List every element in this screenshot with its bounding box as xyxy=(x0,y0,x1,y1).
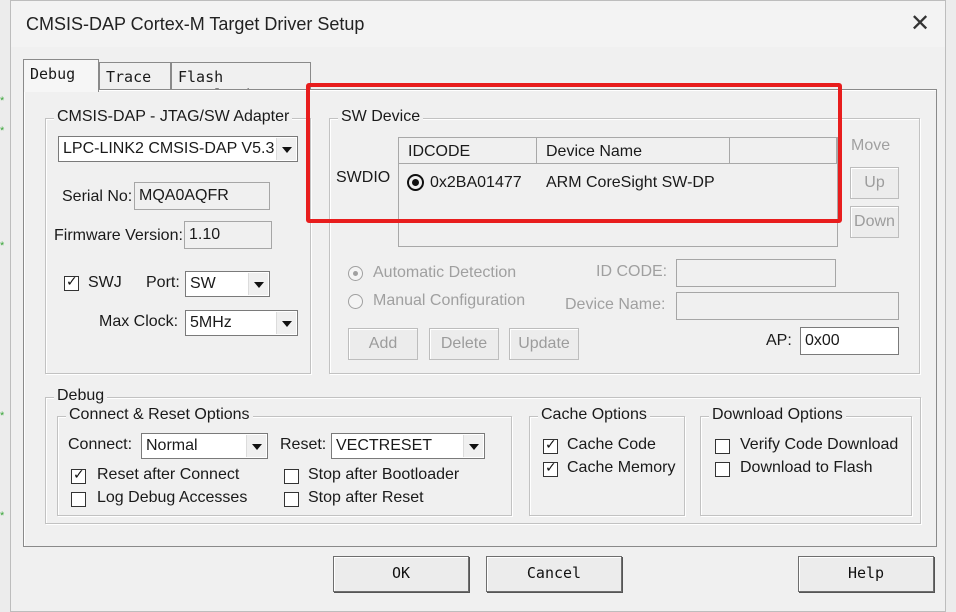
port-label: Port: xyxy=(146,274,180,291)
background-marker: * xyxy=(0,510,5,522)
cache-options-legend: Cache Options xyxy=(538,406,650,424)
cache-memory-label: Cache Memory xyxy=(567,459,676,476)
stop-after-reset-label: Stop after Reset xyxy=(308,489,424,506)
serial-label: Serial No: xyxy=(62,188,133,205)
chevron-down-icon[interactable] xyxy=(276,138,296,160)
delete-button[interactable]: Delete xyxy=(429,328,499,360)
device-idcode: 0x2BA01477 xyxy=(430,174,522,191)
chevron-down-icon[interactable] xyxy=(246,435,266,457)
column-header-device-name[interactable]: Device Name xyxy=(537,138,730,164)
window-title: CMSIS-DAP Cortex-M Target Driver Setup xyxy=(26,14,365,34)
log-debug-accesses-label: Log Debug Accesses xyxy=(97,489,248,506)
connect-reset-legend: Connect & Reset Options xyxy=(66,406,253,424)
swj-checkbox[interactable] xyxy=(64,274,79,291)
id-code-input[interactable] xyxy=(676,259,836,287)
move-label: Move xyxy=(851,137,891,154)
reset-select[interactable]: VECTRESET xyxy=(331,433,485,459)
port-value: SW xyxy=(190,275,216,292)
download-options-legend: Download Options xyxy=(709,406,846,424)
device-list[interactable]: IDCODE Device Name 0x2BA01477 ARM CoreSi… xyxy=(398,137,838,247)
sw-device-legend: SW Device xyxy=(338,108,424,126)
automatic-detection-radio[interactable] xyxy=(348,266,363,281)
verify-code-download-label: Verify Code Download xyxy=(740,436,899,453)
firmware-field: 1.10 xyxy=(184,221,272,249)
max-clock-label: Max Clock: xyxy=(99,313,179,330)
automatic-detection-label: Automatic Detection xyxy=(373,264,517,281)
adapter-legend: CMSIS-DAP - JTAG/SW Adapter xyxy=(54,108,293,126)
max-clock-value: 5MHz xyxy=(190,314,232,331)
debug-group: Debug Connect & Reset Options Connect: N… xyxy=(45,387,921,524)
cache-code-checkbox[interactable] xyxy=(543,437,558,454)
chevron-down-icon[interactable] xyxy=(276,312,296,334)
help-button[interactable]: Help xyxy=(798,556,934,592)
cache-code-label: Cache Code xyxy=(567,436,656,453)
download-to-flash-checkbox[interactable] xyxy=(715,462,730,477)
move-up-button[interactable]: Up xyxy=(850,167,899,199)
reset-after-connect-checkbox[interactable] xyxy=(71,467,86,484)
tab-debug[interactable]: Debug xyxy=(23,59,99,92)
id-code-label: ID CODE: xyxy=(596,263,668,280)
sw-device-group: SW Device SWDIO IDCODE Device Name 0x2BA… xyxy=(329,108,920,374)
stop-after-reset-checkbox[interactable] xyxy=(284,492,299,507)
connect-value: Normal xyxy=(146,437,198,454)
chevron-down-icon[interactable] xyxy=(248,273,268,295)
tab-trace[interactable]: Trace xyxy=(99,62,171,90)
firmware-label: Firmware Version: xyxy=(54,227,183,244)
selected-radio-icon[interactable] xyxy=(407,174,424,191)
device-name-input[interactable] xyxy=(676,292,899,320)
download-options-group: Download Options Verify Code Download Do… xyxy=(700,406,912,516)
ap-label: AP: xyxy=(766,332,792,349)
device-row[interactable]: 0x2BA01477 ARM CoreSight SW-DP xyxy=(399,168,837,198)
serial-value: MQA0AQFR xyxy=(139,187,229,204)
title-bar: CMSIS-DAP Cortex-M Target Driver Setup ✕ xyxy=(11,1,945,47)
swj-label: SWJ xyxy=(88,274,122,291)
log-debug-accesses-checkbox[interactable] xyxy=(71,492,86,507)
device-name: ARM CoreSight SW-DP xyxy=(546,174,715,191)
cache-memory-checkbox[interactable] xyxy=(543,460,558,477)
serial-field: MQA0AQFR xyxy=(134,182,270,210)
add-button[interactable]: Add xyxy=(348,328,418,360)
dialog-window: CMSIS-DAP Cortex-M Target Driver Setup ✕… xyxy=(10,0,946,612)
ap-input[interactable]: 0x00 xyxy=(800,327,899,355)
reset-label: Reset: xyxy=(280,436,327,453)
device-name-label: Device Name: xyxy=(565,296,666,313)
stop-after-bootloader-checkbox[interactable] xyxy=(284,469,299,484)
adapter-select-value: LPC-LINK2 CMSIS-DAP V5.3 xyxy=(63,140,275,157)
column-header-empty xyxy=(730,138,837,164)
ok-button[interactable]: OK xyxy=(333,556,469,592)
chevron-down-icon[interactable] xyxy=(463,435,483,457)
manual-configuration-radio[interactable] xyxy=(348,294,363,309)
debug-legend: Debug xyxy=(54,387,108,405)
reset-after-connect-label: Reset after Connect xyxy=(97,466,240,483)
download-to-flash-label: Download to Flash xyxy=(740,459,873,476)
cache-options-group: Cache Options Cache Code Cache Memory xyxy=(529,406,685,516)
close-icon[interactable]: ✕ xyxy=(907,11,933,37)
adapter-group: CMSIS-DAP - JTAG/SW Adapter LPC-LINK2 CM… xyxy=(45,108,311,374)
background-marker: * xyxy=(0,125,5,137)
firmware-value: 1.10 xyxy=(189,226,221,243)
column-header-idcode[interactable]: IDCODE xyxy=(399,138,537,164)
tab-flash-download[interactable]: Flash Download xyxy=(171,62,311,104)
stop-after-bootloader-label: Stop after Bootloader xyxy=(308,466,460,483)
ap-value: 0x00 xyxy=(805,332,840,349)
swdio-label: SWDIO xyxy=(336,169,391,186)
background-marker: * xyxy=(0,240,5,252)
move-down-button[interactable]: Down xyxy=(850,206,899,238)
background-marker: * xyxy=(0,410,5,422)
background-marker: * xyxy=(0,95,5,107)
connect-select[interactable]: Normal xyxy=(141,433,268,459)
debug-tab-panel: CMSIS-DAP - JTAG/SW Adapter LPC-LINK2 CM… xyxy=(23,89,937,547)
connect-reset-group: Connect & Reset Options Connect: Normal … xyxy=(57,406,512,516)
update-button[interactable]: Update xyxy=(509,328,579,360)
cancel-button[interactable]: Cancel xyxy=(486,556,622,592)
adapter-select[interactable]: LPC-LINK2 CMSIS-DAP V5.3 xyxy=(58,136,298,162)
reset-value: VECTRESET xyxy=(336,437,433,454)
port-select[interactable]: SW xyxy=(185,271,270,297)
connect-label: Connect: xyxy=(68,436,133,453)
manual-configuration-label: Manual Configuration xyxy=(373,292,526,309)
verify-code-download-checkbox[interactable] xyxy=(715,439,730,454)
max-clock-select[interactable]: 5MHz xyxy=(185,310,298,336)
